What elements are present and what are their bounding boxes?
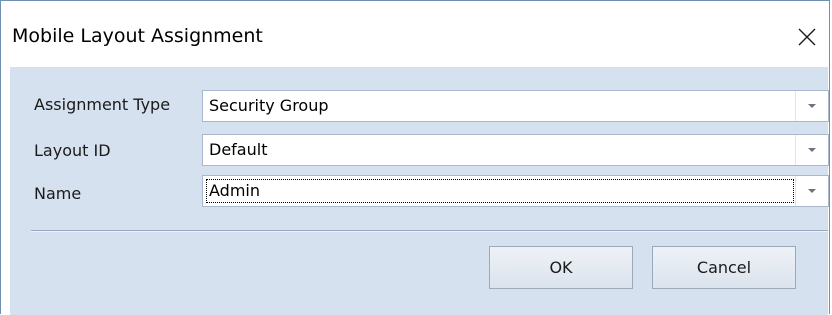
ok-button[interactable]: OK (489, 246, 633, 289)
assignment-type-value: Security Group (209, 96, 329, 115)
focus-rectangle (206, 179, 794, 203)
close-button[interactable] (787, 17, 827, 57)
name-value: Admin (209, 181, 260, 200)
layout-id-value: Default (209, 140, 268, 159)
assignment-type-label: Assignment Type (34, 95, 171, 114)
assignment-type-combobox[interactable]: Security Group (202, 90, 829, 122)
dialog-body: Assignment Type Security Group Layout ID… (10, 67, 829, 315)
chevron-down-icon (808, 104, 816, 108)
dialog-title: Mobile Layout Assignment (12, 25, 263, 47)
chevron-down-icon (808, 148, 816, 152)
chevron-down-icon (808, 189, 816, 193)
layout-id-combobox[interactable]: Default (202, 134, 829, 166)
layout-id-label: Layout ID (34, 141, 111, 160)
layout-id-dropdown-button[interactable] (795, 135, 828, 165)
title-bar[interactable]: Mobile Layout Assignment (1, 1, 829, 67)
separator-line (31, 230, 828, 232)
dialog-window: Mobile Layout Assignment Assignment Type… (0, 0, 830, 315)
name-dropdown-button[interactable] (795, 176, 828, 206)
name-combobox[interactable]: Admin (202, 175, 829, 207)
close-icon (798, 28, 816, 46)
assignment-type-dropdown-button[interactable] (795, 91, 828, 121)
cancel-button[interactable]: Cancel (652, 246, 796, 289)
name-label: Name (34, 184, 82, 203)
